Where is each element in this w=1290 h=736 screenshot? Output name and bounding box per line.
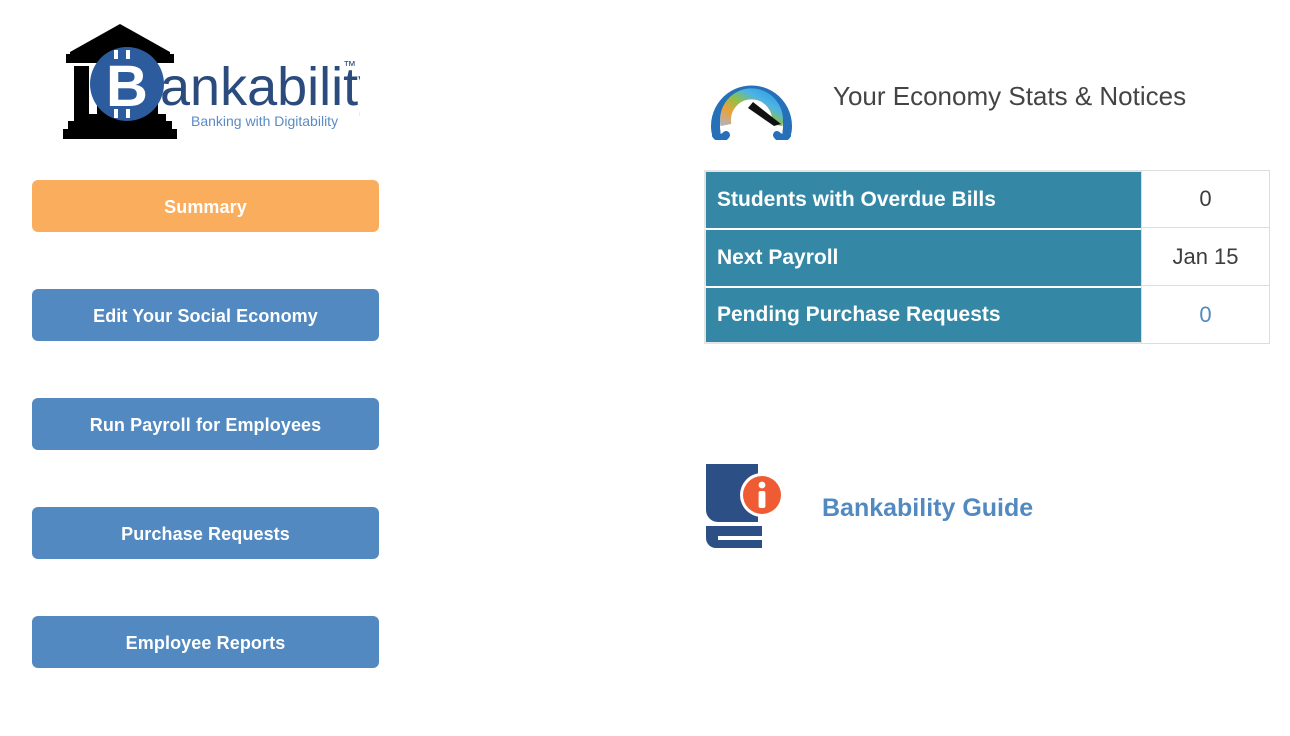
economy-stats-table: Students with Overdue Bills 0 Next Payro… <box>704 170 1270 344</box>
stat-value-next-payroll: Jan 15 <box>1141 228 1270 286</box>
nav-button-run-payroll-for-employees[interactable]: Run Payroll for Employees <box>32 398 379 450</box>
stat-label-next-payroll: Next Payroll <box>704 228 1141 286</box>
summary-dashboard: B ankability ™ Banking with Digitability… <box>0 0 1290 736</box>
gauge-icon <box>700 52 803 140</box>
book-info-icon <box>702 458 794 558</box>
logo-tagline: Banking with Digitability <box>191 113 338 129</box>
nav-button-list: Summary Edit Your Social Economy Run Pay… <box>32 180 379 668</box>
stat-label-pending-purchase-requests: Pending Purchase Requests <box>704 286 1141 344</box>
logo-trademark: ™ <box>343 58 356 73</box>
bankability-logo: B ankability ™ Banking with Digitability <box>60 22 360 142</box>
guide-label[interactable]: Bankability Guide <box>822 494 1033 523</box>
stat-label-students-with-overdue-bills: Students with Overdue Bills <box>704 170 1141 228</box>
nav-button-summary[interactable]: Summary <box>32 180 379 232</box>
bitcoin-b-badge: B <box>90 47 164 121</box>
stats-header: Your Economy Stats & Notices <box>700 52 1186 140</box>
left-nav-panel: B ankability ™ Banking with Digitability… <box>0 0 640 736</box>
table-row: Next Payroll Jan 15 <box>704 228 1270 286</box>
stat-value-students-with-overdue-bills: 0 <box>1141 170 1270 228</box>
logo-wordmark: ankability <box>160 57 360 117</box>
nav-button-employee-reports[interactable]: Employee Reports <box>32 616 379 668</box>
stats-panel: Your Economy Stats & Notices Students wi… <box>640 0 1290 736</box>
table-row: Students with Overdue Bills 0 <box>704 170 1270 228</box>
stat-value-pending-purchase-requests[interactable]: 0 <box>1141 286 1270 344</box>
nav-button-edit-your-social-economy[interactable]: Edit Your Social Economy <box>32 289 379 341</box>
bankability-guide-link[interactable]: Bankability Guide <box>702 458 1033 558</box>
nav-button-purchase-requests[interactable]: Purchase Requests <box>32 507 379 559</box>
table-row: Pending Purchase Requests 0 <box>704 286 1270 344</box>
stats-title: Your Economy Stats & Notices <box>833 80 1187 111</box>
